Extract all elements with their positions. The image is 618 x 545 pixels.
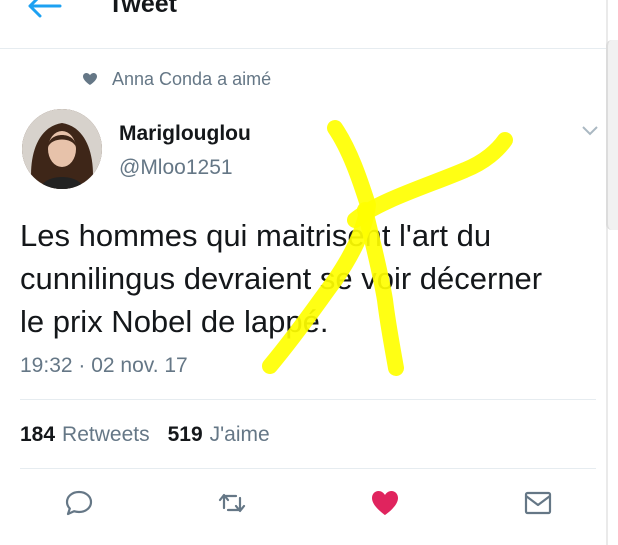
likes-count[interactable]: 519 (168, 423, 203, 447)
heart-icon (83, 73, 97, 85)
retweets-count[interactable]: 184 (20, 423, 55, 447)
social-context-text: Anna Conda a aimé (112, 68, 272, 89)
chevron-down-icon[interactable] (580, 123, 600, 137)
tweet-text: Les hommes qui maitrisent l'art du cunni… (20, 218, 543, 339)
reply-icon[interactable] (63, 488, 95, 518)
arrow-left-icon[interactable] (28, 0, 62, 18)
retweet-icon[interactable] (216, 488, 248, 518)
retweets-label[interactable]: Retweets (62, 423, 150, 447)
tweet-timestamp: 19:32 · 02 nov. 17 (20, 354, 188, 377)
avatar[interactable] (22, 109, 102, 189)
page-title: Tweet (108, 0, 177, 18)
author-handle[interactable]: @Mloo1251 (119, 156, 233, 180)
likes-label[interactable]: J'aime (210, 423, 270, 447)
heart-icon[interactable] (369, 488, 401, 518)
tweet-stats: 184 Retweets 519 J'aime (20, 423, 288, 447)
divider (20, 468, 596, 469)
social-context: Anna Conda a aimé (82, 68, 271, 90)
divider (20, 399, 596, 400)
scrollbar[interactable] (606, 0, 618, 545)
top-bar: Tweet (0, 0, 618, 49)
envelope-icon[interactable] (522, 488, 554, 518)
author-name[interactable]: Mariglouglou (119, 122, 251, 146)
